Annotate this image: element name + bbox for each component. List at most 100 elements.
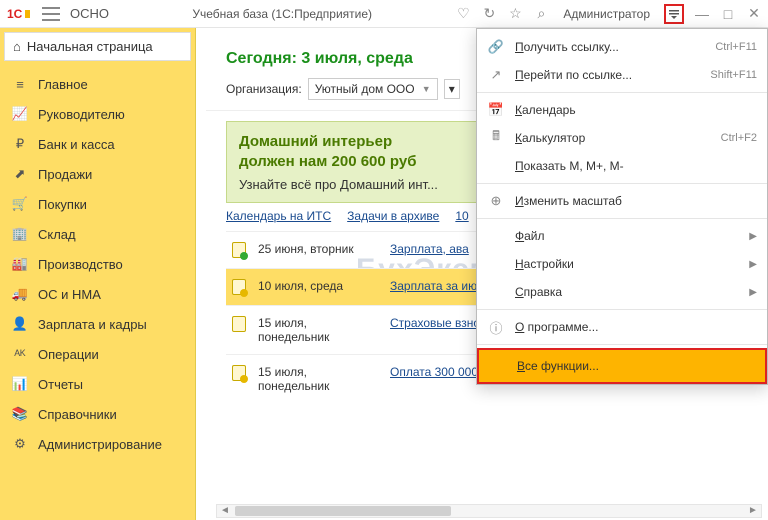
search-icon[interactable]: ⌕ bbox=[533, 6, 549, 22]
menu-label: Календарь bbox=[515, 103, 757, 117]
menu-item-4[interactable]: 🖩 Калькулятор Ctrl+F2 bbox=[477, 124, 767, 152]
titlebar: 1С ОСНО Учебная база (1С:Предприятие) ♡ … bbox=[0, 0, 768, 28]
menu-separator bbox=[477, 218, 767, 219]
window-title: Учебная база (1С:Предприятие) bbox=[109, 7, 455, 21]
menu-icon: ⊕ bbox=[487, 193, 505, 209]
menu-item-13[interactable]: ⓘ О программе... bbox=[477, 313, 767, 341]
menu-icon bbox=[489, 358, 507, 374]
nav-label-9: Операции bbox=[38, 347, 99, 362]
scroll-right-icon[interactable]: ► bbox=[747, 505, 759, 517]
task-link[interactable]: Зарплата, ава bbox=[390, 242, 469, 256]
menu-label: Настройки bbox=[515, 257, 739, 271]
link-its[interactable]: Календарь на ИТС bbox=[226, 209, 331, 223]
menu-icon bbox=[487, 228, 505, 244]
nav-icon-2: ₽ bbox=[12, 136, 28, 152]
sidebar-item-9[interactable]: ᴬᴷ Операции bbox=[0, 339, 195, 369]
app-mode: ОСНО bbox=[70, 6, 109, 21]
nav-label-3: Продажи bbox=[38, 167, 92, 182]
org-label: Организация: bbox=[226, 82, 302, 96]
menu-label: Справка bbox=[515, 285, 739, 299]
link-count[interactable]: 10 bbox=[455, 209, 468, 223]
menu-item-0[interactable]: 🔗 Получить ссылку... Ctrl+F11 bbox=[477, 33, 767, 61]
burger-icon[interactable] bbox=[42, 7, 60, 21]
menu-label: Изменить масштаб bbox=[515, 194, 757, 208]
menu-label: Показать M, M+, M- bbox=[515, 159, 757, 173]
sidebar-item-0[interactable]: ≡Главное bbox=[0, 69, 195, 99]
task-date: 15 июля, понедельник bbox=[258, 316, 378, 344]
nav-icon-11: 📚 bbox=[12, 406, 28, 422]
menu-item-7[interactable]: ⊕ Изменить масштаб bbox=[477, 187, 767, 215]
nav-icon-1: 📈 bbox=[12, 106, 28, 122]
menu-separator bbox=[477, 183, 767, 184]
doc-icon bbox=[232, 365, 246, 381]
svg-text:1С: 1С bbox=[7, 7, 23, 21]
nav-icon-5: 🏢 bbox=[12, 226, 28, 242]
sidebar-item-6[interactable]: 🏭Производство bbox=[0, 249, 195, 279]
minimize-button[interactable]: — bbox=[694, 6, 710, 22]
sidebar: ⌂ Начальная страница ≡Главное📈Руководите… bbox=[0, 28, 196, 520]
menu-icon bbox=[487, 284, 505, 300]
nav-icon-7: 🚚 bbox=[12, 286, 28, 302]
menu-shortcut: Ctrl+F2 bbox=[721, 132, 757, 144]
link-archive[interactable]: Задачи в архиве bbox=[347, 209, 439, 223]
sidebar-item-10[interactable]: 📊Отчеты bbox=[0, 369, 195, 399]
menu-item-5[interactable]: Показать M, M+, M- bbox=[477, 152, 767, 180]
sidebar-item-12[interactable]: ⚙ Администрирование bbox=[0, 429, 195, 459]
task-date: 25 июня, вторник bbox=[258, 242, 378, 256]
org-select[interactable]: Уютный дом ООО ▼ bbox=[308, 78, 438, 100]
sidebar-item-4[interactable]: 🛒 Покупки bbox=[0, 189, 195, 219]
close-button[interactable]: ✕ bbox=[746, 5, 762, 22]
menu-item-9[interactable]: Файл ▶ bbox=[477, 222, 767, 250]
nav-icon-12: ⚙ bbox=[12, 436, 28, 452]
menu-label: Все функции... bbox=[517, 359, 755, 373]
menu-shortcut: Ctrl+F11 bbox=[715, 41, 757, 53]
nav-icon-4: 🛒 bbox=[12, 196, 28, 212]
task-date: 15 июля, понедельник bbox=[258, 365, 378, 393]
nav-icon-9: ᴬᴷ bbox=[12, 346, 28, 362]
user-label[interactable]: Администратор bbox=[563, 7, 650, 21]
bell-icon[interactable]: ♡ bbox=[455, 6, 471, 22]
org-value: Уютный дом ООО bbox=[315, 82, 415, 96]
star-icon[interactable]: ☆ bbox=[507, 6, 523, 22]
nav-label-5: Склад bbox=[38, 227, 76, 242]
doc-icon bbox=[232, 316, 246, 332]
scroll-thumb[interactable] bbox=[235, 506, 451, 516]
horizontal-scrollbar[interactable]: ◄ ► bbox=[216, 504, 762, 518]
nav-icon-8: 👤 bbox=[12, 316, 28, 332]
menu-item-1[interactable]: ↗ Перейти по ссылке... Shift+F11 bbox=[477, 61, 767, 89]
menu-label: Файл bbox=[515, 229, 739, 243]
menu-separator bbox=[477, 309, 767, 310]
nav-icon-6: 🏭 bbox=[12, 256, 28, 272]
app-logo-icon: 1С bbox=[6, 5, 32, 23]
sidebar-item-2[interactable]: ₽Банк и касса bbox=[0, 129, 195, 159]
maximize-button[interactable]: □ bbox=[720, 6, 736, 22]
sidebar-item-3[interactable]: ⬈Продажи bbox=[0, 159, 195, 189]
nav-list: ≡Главное📈Руководителю₽Банк и касса⬈Прода… bbox=[0, 65, 195, 463]
history-icon[interactable]: ↻ bbox=[481, 6, 497, 22]
nav-label-12: Администрирование bbox=[38, 437, 162, 452]
menu-icon: 🖩 bbox=[487, 130, 505, 146]
sidebar-item-1[interactable]: 📈Руководителю bbox=[0, 99, 195, 129]
menu-shortcut: Shift+F11 bbox=[710, 69, 757, 81]
menu-item-11[interactable]: Справка ▶ bbox=[477, 278, 767, 306]
service-menu-button[interactable] bbox=[664, 4, 684, 24]
sidebar-item-5[interactable]: 🏢 Склад bbox=[0, 219, 195, 249]
menu-label: О программе... bbox=[515, 320, 757, 334]
sidebar-item-11[interactable]: 📚Справочники bbox=[0, 399, 195, 429]
nav-label-4: Покупки bbox=[38, 197, 87, 212]
doc-icon bbox=[232, 279, 246, 295]
nav-label-10: Отчеты bbox=[38, 377, 83, 392]
service-menu: 🔗 Получить ссылку... Ctrl+F11 ↗ Перейти … bbox=[476, 28, 768, 385]
menu-item-10[interactable]: Настройки ▶ bbox=[477, 250, 767, 278]
org-extra-button[interactable]: ▾ bbox=[444, 79, 460, 99]
sidebar-item-7[interactable]: 🚚ОС и НМА bbox=[0, 279, 195, 309]
menu-label: Калькулятор bbox=[515, 131, 711, 145]
menu-item-15[interactable]: Все функции... bbox=[477, 348, 767, 384]
chevron-down-icon: ▼ bbox=[422, 84, 431, 94]
start-page-tab[interactable]: ⌂ Начальная страница bbox=[4, 32, 191, 61]
nav-icon-0: ≡ bbox=[12, 76, 28, 92]
menu-item-3[interactable]: 📅 Календарь bbox=[477, 96, 767, 124]
scroll-left-icon[interactable]: ◄ bbox=[219, 505, 231, 517]
sidebar-item-8[interactable]: 👤Зарплата и кадры bbox=[0, 309, 195, 339]
menu-separator bbox=[477, 344, 767, 345]
